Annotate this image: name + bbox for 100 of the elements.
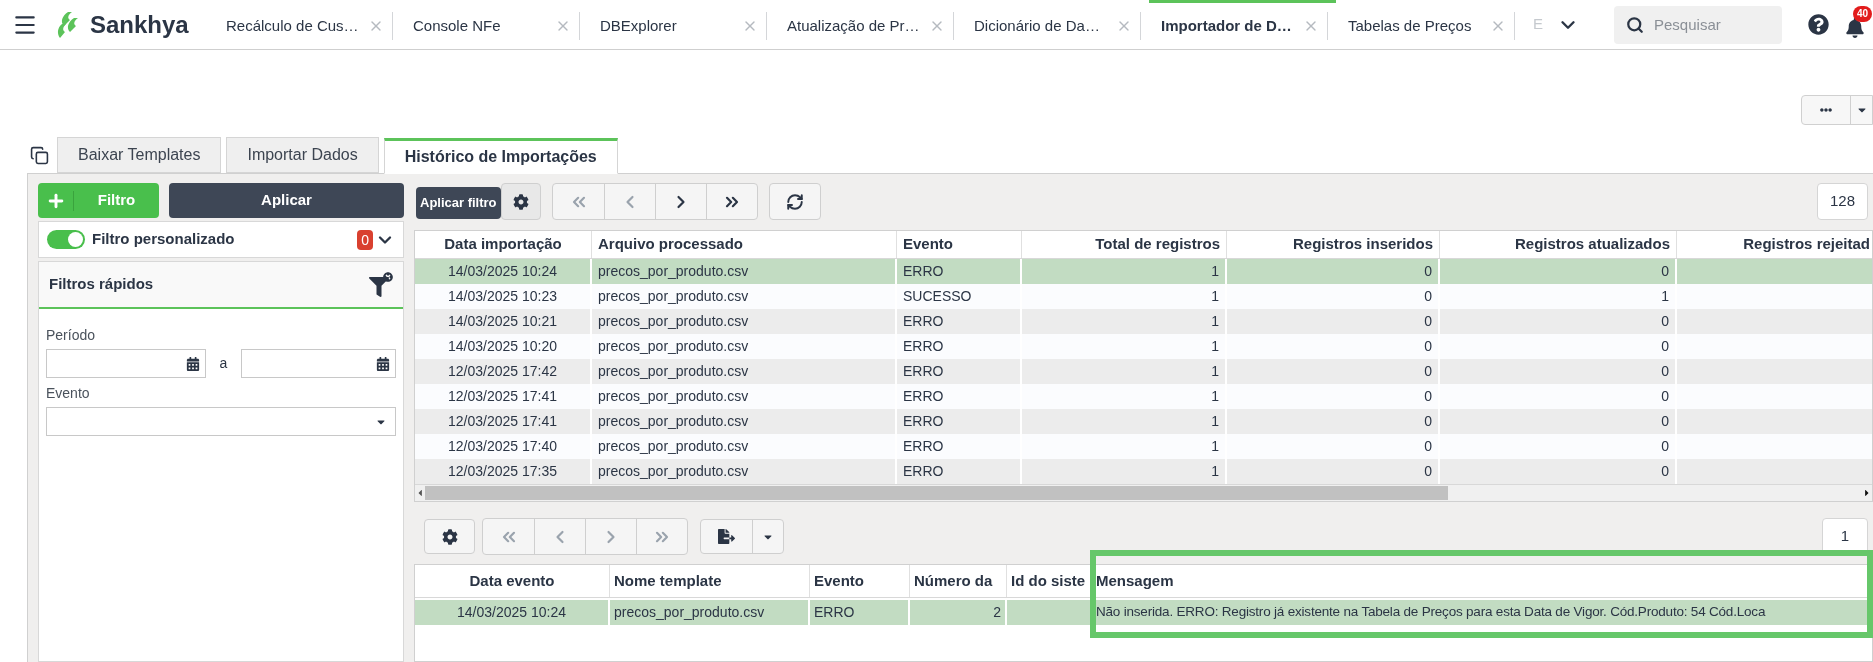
table-cell-text: ERRO (903, 262, 944, 281)
app-tab[interactable]: Atualização de Pr… (775, 0, 962, 50)
table-cell-text: Não inserida. ERRO: Registro já existente na Tabela de Preços para esta Data de Vigor. Cód.Produto: 54 Cód.Loca (1096, 603, 1766, 622)
quick-filters-title: Filtros rápidos (49, 274, 154, 295)
table-row[interactable]: 14/03/2025 10:20 precos_por_produto.csv ERRO 1 0 0 (415, 334, 1872, 359)
help-icon[interactable] (1808, 14, 1829, 35)
table-row[interactable]: 14/03/2025 10:24 precos_por_produto.csv ERRO 1 0 0 (415, 259, 1872, 284)
table-cell-text: 0 (1661, 387, 1669, 406)
app-tab[interactable]: Recálculo de Cus… (214, 0, 401, 50)
column-header[interactable]: Nome template (610, 565, 810, 597)
table-cell-text: 0 (1661, 312, 1669, 331)
table-cell-text: 0 (1661, 337, 1669, 356)
table-cell-text: 12/03/2025 17:41 (448, 387, 557, 406)
column-header[interactable]: Total de registros (1022, 231, 1227, 258)
table-cell-text: 12/03/2025 17:42 (448, 362, 557, 381)
page-tab[interactable]: Histórico de Importações (383, 138, 618, 174)
column-header[interactable]: Evento (810, 565, 910, 597)
table-cell-text: ERRO (903, 387, 944, 406)
table-cell-text: ERRO (814, 603, 855, 622)
start-date-field[interactable] (46, 349, 206, 378)
table-cell-text: 14/03/2025 10:24 (448, 262, 557, 281)
app-tab[interactable]: Dicionário de Da… (962, 0, 1149, 50)
table-cell-text: ERRO (903, 437, 944, 456)
table-cell-text: precos_por_produto.csv (598, 287, 749, 306)
tooltip: Aplicar filtro (416, 187, 501, 219)
table-cell-text: 1 (1211, 362, 1219, 381)
settings-button[interactable] (501, 183, 541, 220)
table-cell-text: 0 (1661, 362, 1669, 381)
page-tab[interactable]: Importar Dados (226, 137, 379, 173)
table-cell-text: 0 (1424, 262, 1432, 281)
app-tab[interactable]: Tabelas de Preços (1336, 0, 1523, 50)
table-cell-text: precos_por_produto.csv (598, 362, 749, 381)
table-cell-text: ERRO (903, 362, 944, 381)
refresh-icon (786, 192, 804, 211)
clear-filters-icon[interactable] (369, 271, 393, 298)
table-cell-text: 0 (1661, 437, 1669, 456)
column-header[interactable]: Registros rejeitad (1677, 231, 1872, 258)
column-header[interactable]: Arquivo processado (592, 231, 897, 258)
settings-button[interactable] (424, 519, 475, 554)
table-cell-text: 14/03/2025 10:21 (448, 312, 557, 331)
period-label: Período (46, 326, 97, 345)
table-cell-text: precos_por_produto.csv (598, 387, 749, 406)
app-tab[interactable]: DBExplorer (588, 0, 775, 50)
refresh-button[interactable] (769, 183, 821, 220)
table-cell-text: 1 (1211, 287, 1219, 306)
notifications-icon[interactable] (1845, 17, 1865, 38)
column-header[interactable]: Registros inseridos (1227, 231, 1440, 258)
table-cell-text: 0 (1424, 312, 1432, 331)
table-cell-text: 0 (1424, 437, 1432, 456)
table-row[interactable]: 12/03/2025 17:40 precos_por_produto.csv ERRO 1 0 0 (415, 434, 1872, 459)
scrollbar-thumb[interactable] (425, 486, 1448, 500)
apply-button[interactable]: Aplicar (169, 183, 404, 218)
custom-filter-label: Filtro personalizado (92, 229, 236, 250)
end-date-field[interactable] (241, 349, 396, 378)
table-row[interactable]: 14/03/2025 10:21 precos_por_produto.csv ERRO 1 0 0 (415, 309, 1872, 334)
event-select[interactable] (46, 407, 396, 436)
table-cell-text: precos_por_produto.csv (598, 462, 749, 481)
table-cell-text: 0 (1661, 262, 1669, 281)
gear-icon (513, 193, 529, 210)
table-row[interactable]: 14/03/2025 10:23 precos_por_produto.csv SUCESSO 1 0 1 (415, 284, 1872, 309)
app-tab[interactable]: Importador de D… (1149, 0, 1336, 50)
custom-filter-toggle[interactable] (47, 230, 85, 249)
table-row[interactable]: 12/03/2025 17:35 precos_por_produto.csv ERRO 1 0 0 (415, 459, 1872, 484)
column-header[interactable]: Id do siste (1007, 565, 1092, 597)
table-row[interactable]: 12/03/2025 17:42 precos_por_produto.csv ERRO 1 0 0 (415, 359, 1872, 384)
table-cell-text: 12/03/2025 17:40 (448, 437, 557, 456)
column-header[interactable]: Registros atualizados (1440, 231, 1677, 258)
calendar-icon[interactable] (186, 356, 200, 371)
table-cell-text: precos_por_produto.csv (598, 412, 749, 431)
table-cell-text: 1 (1211, 312, 1219, 331)
table-cell-text: 1 (1211, 262, 1219, 281)
table-cell-text: precos_por_produto.csv (598, 337, 749, 356)
app-tab[interactable]: Console NFe (401, 0, 588, 50)
column-header[interactable]: Número da (910, 565, 1007, 597)
column-header[interactable]: Evento (897, 231, 1022, 258)
table-cell-text: precos_por_produto.csv (598, 437, 749, 456)
table-cell-text: precos_por_produto.csv (598, 262, 749, 281)
table-cell-text: precos_por_produto.csv (598, 312, 749, 331)
table-cell-text: 0 (1661, 462, 1669, 481)
table-cell-text: 14/03/2025 10:20 (448, 337, 557, 356)
search-field[interactable]: Pesquisar (1614, 5, 1782, 44)
column-header[interactable]: Mensagem (1092, 565, 1873, 597)
table-row[interactable]: 12/03/2025 17:41 precos_por_produto.csv ERRO 1 0 0 (415, 409, 1872, 434)
column-header[interactable]: Data importação (415, 231, 592, 258)
table-cell-text: 1 (1211, 337, 1219, 356)
event-label: Evento (46, 384, 91, 403)
table-cell-text: 2 (993, 603, 1001, 622)
record-count: 128 (1816, 183, 1868, 220)
table-cell-text: 14/03/2025 10:24 (457, 603, 566, 622)
table-cell-text: ERRO (903, 462, 944, 481)
table-cell-text: 0 (1424, 412, 1432, 431)
column-header[interactable]: Data evento (415, 565, 610, 597)
table-cell-text: 1 (1211, 412, 1219, 431)
table-cell-text: 1 (1211, 437, 1219, 456)
calendar-icon[interactable] (376, 356, 390, 371)
table-row[interactable]: 12/03/2025 17:41 precos_por_produto.csv ERRO 1 0 0 (415, 384, 1872, 409)
table-cell-text: ERRO (903, 337, 944, 356)
table-cell-text: 0 (1424, 462, 1432, 481)
page-tab[interactable]: Baixar Templates (57, 137, 222, 173)
windows-icon[interactable] (30, 146, 49, 165)
